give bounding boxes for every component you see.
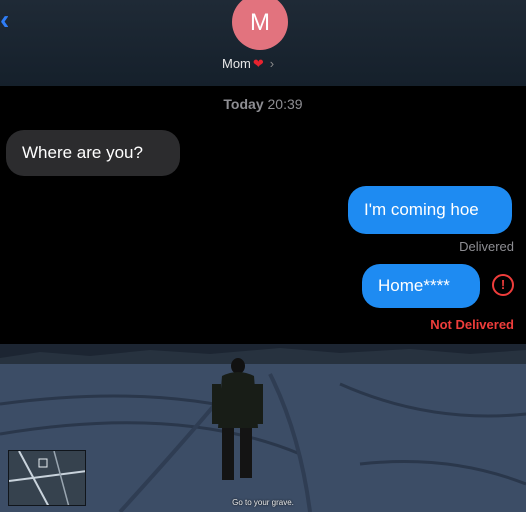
incoming-message-bubble[interactable]: Where are you? <box>6 130 180 176</box>
outgoing-message-bubble-failed[interactable]: Home**** <box>362 264 480 308</box>
heart-icon: ❤ <box>252 56 264 71</box>
delivered-status: Delivered <box>459 239 514 254</box>
avatar[interactable]: M <box>232 0 288 50</box>
contact-name: Mom <box>222 56 251 71</box>
game-caption: Go to your grave. <box>232 498 294 507</box>
error-icon[interactable]: ! <box>492 274 514 296</box>
back-chevron-icon[interactable]: ‹ <box>0 6 22 34</box>
not-delivered-status: Not Delivered <box>430 317 514 332</box>
conversation-header: ‹ M Mom ❤ › <box>0 0 526 86</box>
message-timestamp: Today 20:39 <box>0 96 526 112</box>
chevron-right-icon: › <box>269 56 275 71</box>
timestamp-time: 20:39 <box>267 96 303 112</box>
outgoing-message-bubble[interactable]: I'm coming hoe <box>348 186 512 234</box>
contact-name-button[interactable]: Mom ❤ › <box>222 54 312 74</box>
timestamp-day: Today <box>223 96 264 112</box>
